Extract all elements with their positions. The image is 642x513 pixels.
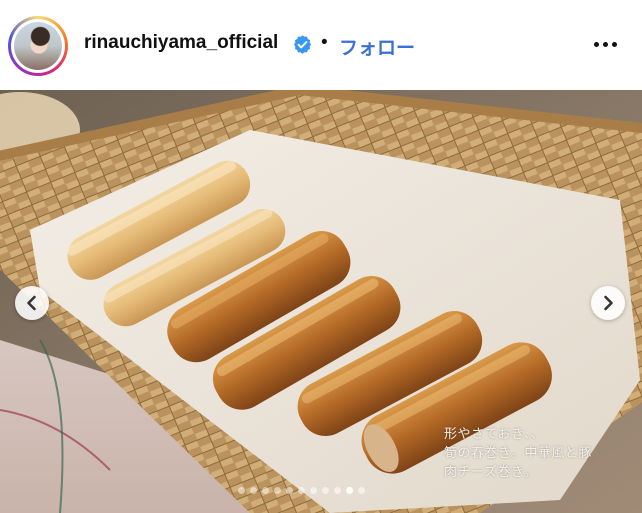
carousel-dot (250, 487, 257, 494)
avatar[interactable] (11, 19, 65, 73)
separator-dot: • (321, 32, 328, 53)
carousel-dot (274, 487, 281, 494)
caption-line: 筍の春巻き。中華風と豚 (444, 446, 592, 461)
photo-caption-overlay: 形やさておき、、 筍の春巻き。中華風と豚 肉チーズ巻き。 (444, 425, 630, 482)
next-button[interactable] (591, 286, 625, 320)
more-horizontal-icon[interactable] (590, 36, 620, 52)
more-dot (603, 42, 608, 47)
carousel-dot-active (346, 487, 353, 494)
carousel-dot (358, 487, 365, 494)
previous-button[interactable] (15, 286, 49, 320)
more-dot (612, 42, 617, 47)
carousel-dot (310, 487, 317, 494)
avatar-story-ring[interactable] (8, 16, 68, 76)
post-photo[interactable]: 形やさておき、、 筍の春巻き。中華風と豚 肉チーズ巻き。 (0, 90, 642, 513)
carousel-dot (298, 487, 305, 494)
post-header: rinauchiyama_official • フォロー (0, 0, 642, 90)
carousel-dot (334, 487, 341, 494)
more-dot (594, 42, 599, 47)
caption-line: 肉チーズ巻き。 (444, 465, 538, 480)
username[interactable]: rinauchiyama_official (84, 32, 278, 54)
carousel-dot (322, 487, 329, 494)
carousel-dot (238, 487, 245, 494)
avatar-image (14, 22, 62, 70)
chevron-right-icon (604, 295, 613, 311)
carousel-dot (286, 487, 293, 494)
verified-badge-icon (293, 35, 312, 54)
chevron-left-icon (27, 295, 36, 311)
caption-line: 形やさておき、、 (444, 427, 545, 442)
carousel-dot (262, 487, 269, 494)
follow-button[interactable]: フォロー (339, 33, 415, 60)
